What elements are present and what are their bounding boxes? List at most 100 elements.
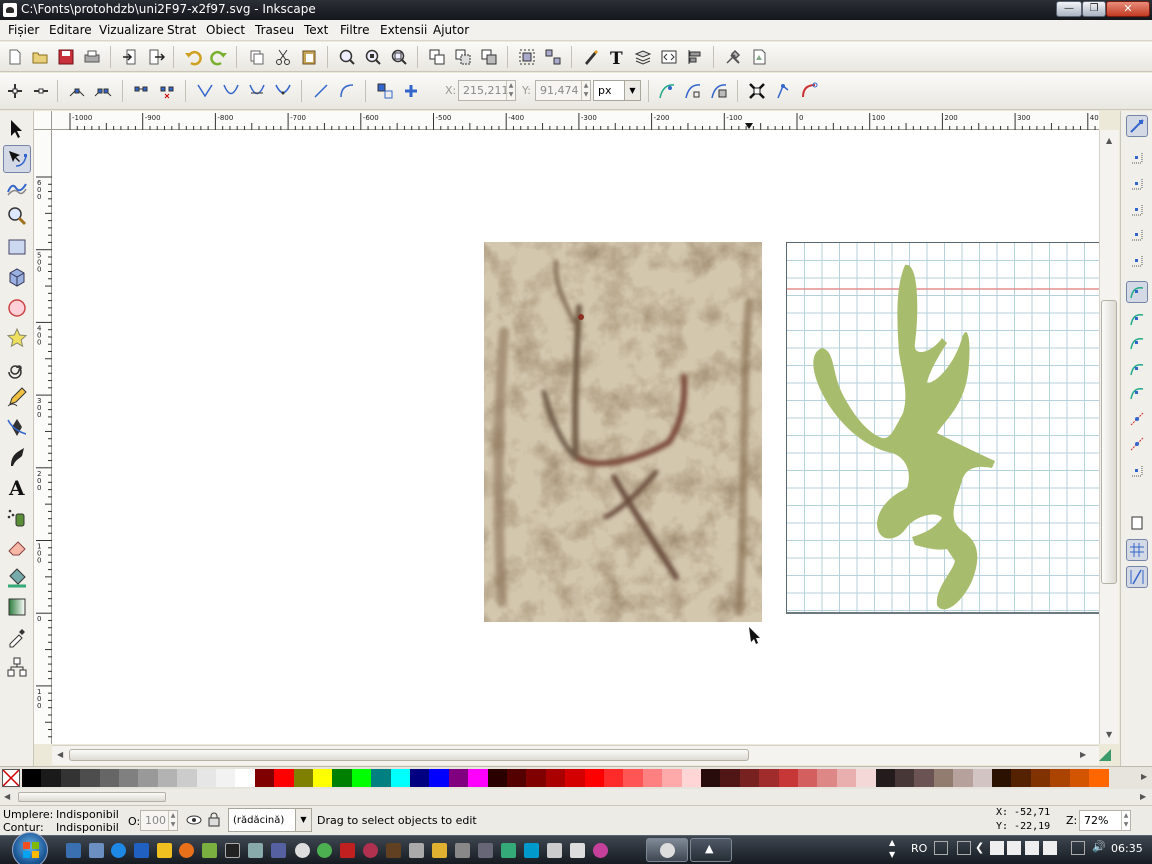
import-icon[interactable]	[119, 46, 141, 68]
menu-object[interactable]: Obiect	[206, 23, 245, 37]
show-handles-icon[interactable]	[772, 80, 794, 102]
snap-toggle-icon[interactable]	[1126, 115, 1148, 137]
copy-icon[interactable]	[246, 46, 268, 68]
color-swatch[interactable]	[60, 769, 81, 787]
snap-nodes-icon[interactable]	[1126, 281, 1148, 303]
color-swatch[interactable]	[448, 769, 469, 787]
color-swatch[interactable]	[1030, 769, 1051, 787]
palette-scrollbar[interactable]: ◀ ▶	[0, 789, 1152, 805]
vertical-scrollbar[interactable]: ▲ ▼	[1099, 130, 1119, 744]
zoom-drawing-icon[interactable]	[362, 46, 384, 68]
color-swatch[interactable]	[507, 769, 527, 787]
ellipse-tool[interactable]	[3, 294, 31, 322]
selector-tool[interactable]	[3, 115, 31, 143]
snap-guide-icon[interactable]	[1126, 566, 1148, 588]
object-to-path-icon[interactable]	[374, 80, 396, 102]
pencil-tool[interactable]	[3, 383, 31, 411]
language-indicator[interactable]: RO	[911, 842, 927, 855]
scroll-left-icon[interactable]: ◀	[57, 750, 63, 759]
delete-segment-icon[interactable]	[156, 80, 178, 102]
color-swatch[interactable]	[720, 769, 741, 787]
color-swatch[interactable]	[196, 769, 217, 787]
chevron-left-icon[interactable]: ❮	[975, 841, 984, 854]
stroke-to-path-icon[interactable]	[400, 80, 422, 102]
unlink-clone-icon[interactable]	[478, 46, 500, 68]
vertical-ruler[interactable]: 6005004003002001000100	[34, 130, 52, 744]
duplicate-icon[interactable]	[426, 46, 448, 68]
snap-bbox-edge-icon[interactable]	[1126, 173, 1148, 195]
gradient-tool[interactable]	[3, 593, 31, 621]
color-swatch[interactable]	[254, 769, 275, 787]
snap-bbox-edge-mid-icon[interactable]	[1126, 224, 1148, 246]
clip-path-icon[interactable]	[682, 80, 704, 102]
tray-app-icon[interactable]	[1025, 841, 1039, 855]
color-swatch[interactable]	[1050, 769, 1071, 787]
tray-app-icon[interactable]	[990, 841, 1004, 855]
scroll-right-icon[interactable]: ▶	[1140, 792, 1146, 801]
layer-select[interactable]: (rădăcină) ▼	[228, 808, 312, 832]
layers-icon[interactable]	[632, 46, 654, 68]
paint-bucket-tool[interactable]	[3, 563, 31, 591]
menu-text[interactable]: Text	[304, 23, 328, 37]
color-swatch[interactable]	[545, 769, 566, 787]
spin-arrows-icon[interactable]: ▲ ▼	[1121, 811, 1130, 830]
connector-tool[interactable]	[3, 653, 31, 681]
color-swatch[interactable]	[681, 769, 702, 787]
chrome-icon[interactable]	[317, 843, 332, 858]
menu-file[interactable]: Fișier	[8, 23, 39, 37]
snap-paths-icon[interactable]	[1126, 308, 1148, 330]
color-swatch[interactable]	[41, 769, 62, 787]
stroke-value[interactable]: Indisponibil	[56, 821, 119, 834]
scroll-down-icon[interactable]: ▼	[1106, 730, 1112, 739]
insert-node-icon[interactable]	[4, 80, 26, 102]
firefox-icon[interactable]	[179, 843, 194, 858]
php-icon[interactable]	[271, 843, 286, 858]
eye-icon[interactable]	[186, 814, 202, 826]
spin-arrows-icon[interactable]: ▲ ▼	[506, 81, 515, 100]
color-swatch[interactable]	[623, 769, 644, 787]
no-color-swatch[interactable]	[2, 769, 20, 787]
app-icon[interactable]	[501, 843, 516, 858]
clock[interactable]: 06:35	[1111, 842, 1143, 855]
color-swatch[interactable]	[429, 769, 450, 787]
snap-intersections-icon[interactable]	[1126, 332, 1148, 354]
snap-page-border-icon[interactable]	[1126, 512, 1148, 534]
color-swatch[interactable]	[216, 769, 236, 787]
app-icon[interactable]	[432, 843, 447, 858]
drawing-canvas[interactable]	[52, 130, 1099, 744]
horizontal-scroll-thumb[interactable]	[69, 749, 749, 761]
color-swatch[interactable]	[584, 769, 605, 787]
new-icon[interactable]	[4, 46, 26, 68]
color-swatch[interactable]	[817, 769, 838, 787]
reference-photo[interactable]	[484, 242, 762, 622]
show-desktop-icon[interactable]	[66, 843, 81, 858]
command-prompt-icon[interactable]	[225, 843, 240, 858]
app-icon[interactable]	[386, 843, 401, 858]
app-icon[interactable]	[547, 843, 562, 858]
color-swatch[interactable]	[138, 769, 159, 787]
color-swatch[interactable]	[778, 769, 799, 787]
curve-segment-icon[interactable]	[336, 80, 358, 102]
volume-icon[interactable]: 🔊	[1092, 840, 1106, 853]
zoom-tool[interactable]	[3, 202, 31, 230]
fill-value[interactable]: Indisponibil	[56, 808, 119, 821]
show-outline-icon[interactable]	[798, 80, 820, 102]
palette-more-icon[interactable]: ▶	[1141, 772, 1147, 781]
color-swatch[interactable]	[565, 769, 586, 787]
line-segment-icon[interactable]	[310, 80, 332, 102]
spray-tool[interactable]	[3, 503, 31, 531]
color-swatch[interactable]	[642, 769, 663, 787]
app-icon[interactable]	[524, 843, 539, 858]
rectangle-tool[interactable]	[3, 233, 31, 261]
tray-app-icon[interactable]	[1043, 841, 1057, 855]
text-tool[interactable]: A	[3, 473, 31, 501]
color-swatch[interactable]	[371, 769, 392, 787]
color-swatch[interactable]	[759, 769, 780, 787]
mask-icon[interactable]	[708, 80, 730, 102]
color-swatch[interactable]	[410, 769, 430, 787]
spin-arrows-icon[interactable]: ▲ ▼	[168, 811, 177, 830]
color-swatch[interactable]	[293, 769, 314, 787]
app-icon[interactable]	[570, 843, 585, 858]
snap-rotation-center-icon[interactable]	[1126, 460, 1148, 482]
tray-app-icon[interactable]	[957, 841, 971, 855]
